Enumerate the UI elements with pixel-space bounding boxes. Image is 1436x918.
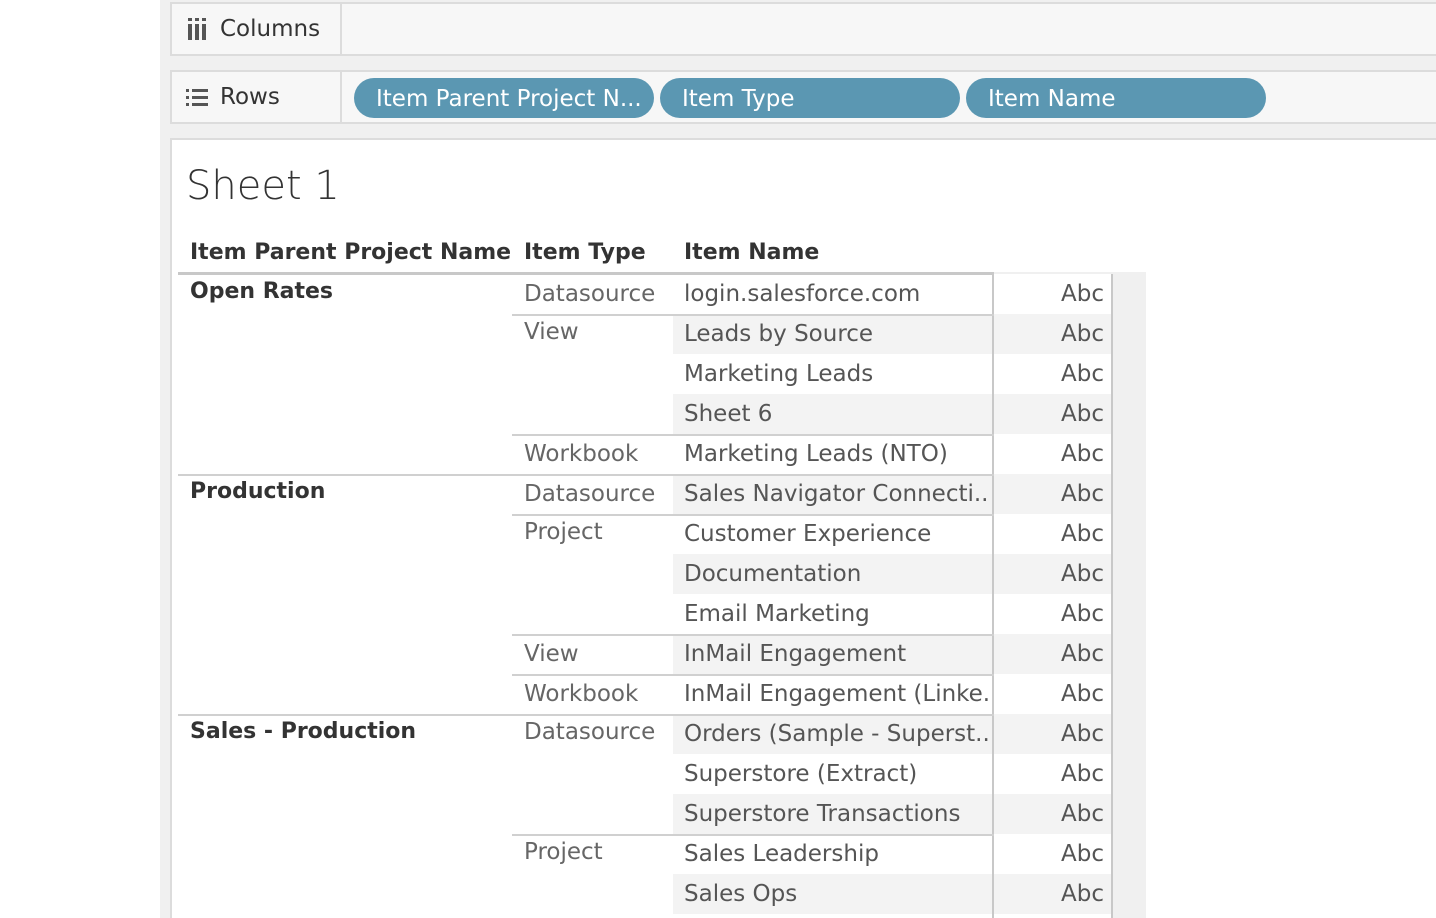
type-divider: [512, 434, 994, 436]
header-item-name[interactable]: Item Name: [684, 240, 819, 265]
header-item-type[interactable]: Item Type: [524, 240, 646, 265]
item-name[interactable]: InMail Engagement (Linke..: [684, 681, 990, 707]
type-label[interactable]: Workbook: [524, 681, 638, 707]
item-name[interactable]: Sales Ops: [684, 881, 990, 907]
mark-text[interactable]: Abc: [994, 481, 1104, 507]
left-gutter: [0, 0, 160, 918]
type-label[interactable]: Datasource: [524, 281, 655, 307]
mark-text[interactable]: Abc: [994, 641, 1104, 667]
mark-text[interactable]: Abc: [994, 721, 1104, 747]
rows-shelf-label: Rows: [172, 72, 342, 122]
mark-text[interactable]: Abc: [994, 681, 1104, 707]
pill-item-type[interactable]: Item Type: [660, 78, 960, 118]
item-name[interactable]: Sales Leadership: [684, 841, 990, 867]
type-label[interactable]: Project: [524, 519, 603, 545]
type-divider: [512, 834, 994, 836]
pill-item-parent-project-name[interactable]: Item Parent Project N...: [354, 78, 654, 118]
mark-text[interactable]: Abc: [994, 881, 1104, 907]
project-label[interactable]: Sales - Production: [190, 719, 416, 744]
mark-text[interactable]: Abc: [994, 281, 1104, 307]
project-divider: [178, 714, 994, 716]
header-item-parent-project-name[interactable]: Item Parent Project Name: [190, 240, 511, 265]
sheet-title: Sheet 1: [186, 163, 340, 209]
pill-item-name[interactable]: Item Name: [966, 78, 1266, 118]
mark-text[interactable]: Abc: [994, 561, 1104, 587]
columns-label-text: Columns: [220, 16, 321, 42]
item-name[interactable]: Email Marketing: [684, 601, 990, 627]
rows-icon: [186, 86, 208, 108]
columns-shelf-label: Columns: [172, 4, 342, 54]
type-label[interactable]: Datasource: [524, 481, 655, 507]
rows-shelf[interactable]: Rows Item Parent Project N... Item Type …: [170, 70, 1436, 124]
item-name[interactable]: Marketing Leads (NTO): [684, 441, 990, 467]
mark-text[interactable]: Abc: [994, 401, 1104, 427]
item-name[interactable]: Documentation: [684, 561, 990, 587]
item-name[interactable]: Orders (Sample - Superst..: [684, 721, 990, 747]
header-divider: [178, 272, 994, 275]
project-label[interactable]: Production: [190, 479, 325, 504]
item-name[interactable]: Leads by Source: [684, 321, 990, 347]
type-label[interactable]: View: [524, 641, 579, 667]
type-divider: [512, 314, 994, 316]
mark-text[interactable]: Abc: [994, 801, 1104, 827]
item-name[interactable]: Superstore Transactions: [684, 801, 990, 827]
mark-text[interactable]: Abc: [994, 321, 1104, 347]
item-name[interactable]: Sales Navigator Connecti..: [684, 481, 990, 507]
type-divider: [512, 634, 994, 636]
mark-text[interactable]: Abc: [994, 761, 1104, 787]
mark-text[interactable]: Abc: [994, 841, 1104, 867]
item-name[interactable]: InMail Engagement: [684, 641, 990, 667]
marks-divider-right: [1111, 274, 1113, 918]
item-name[interactable]: Superstore (Extract): [684, 761, 990, 787]
item-name[interactable]: Sheet 6: [684, 401, 990, 427]
columns-shelf[interactable]: Columns: [170, 2, 1436, 56]
mark-text[interactable]: Abc: [994, 601, 1104, 627]
item-name[interactable]: login.salesforce.com: [684, 281, 990, 307]
type-divider: [512, 674, 994, 676]
item-name[interactable]: Marketing Leads: [684, 361, 990, 387]
item-name[interactable]: Customer Experience: [684, 521, 990, 547]
type-label[interactable]: Datasource: [524, 719, 655, 745]
rows-label-text: Rows: [220, 84, 280, 110]
type-label[interactable]: View: [524, 319, 579, 345]
project-label[interactable]: Open Rates: [190, 279, 333, 304]
project-divider: [178, 474, 994, 476]
mark-text[interactable]: Abc: [994, 361, 1104, 387]
mark-text[interactable]: Abc: [994, 441, 1104, 467]
type-divider: [512, 514, 994, 516]
columns-icon: [186, 18, 208, 40]
type-label[interactable]: Workbook: [524, 441, 638, 467]
type-label[interactable]: Project: [524, 839, 603, 865]
mark-text[interactable]: Abc: [994, 521, 1104, 547]
